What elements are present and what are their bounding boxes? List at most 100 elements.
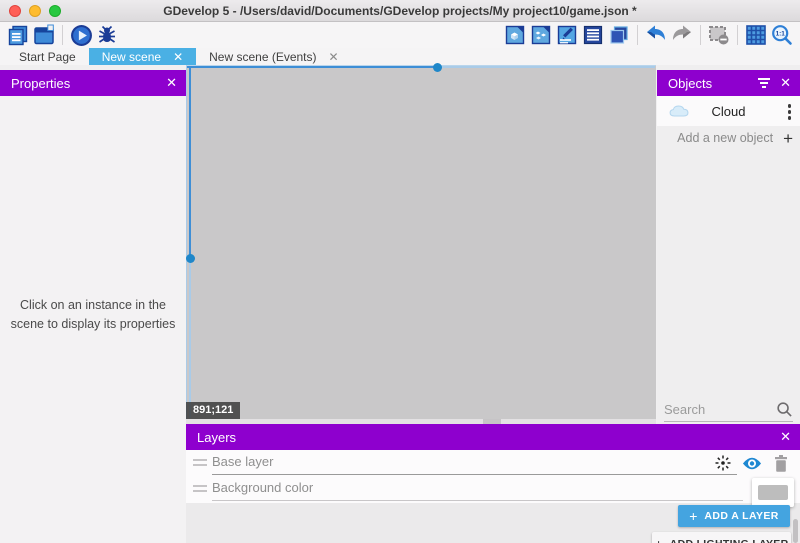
objects-panel: Objects ✕ Cloud Add a new object + <box>657 65 800 424</box>
scene-properties-button[interactable] <box>555 23 579 47</box>
cursor-position-badge: 891;121 <box>186 402 240 419</box>
object-groups-button[interactable] <box>529 23 553 47</box>
color-preview <box>758 485 788 500</box>
trash-icon <box>773 454 789 473</box>
svg-text:1:1: 1:1 <box>776 31 786 38</box>
tab-label: New scene (Events) <box>209 50 316 64</box>
add-lighting-layer-button[interactable]: + ADD LIGHTING LAYER <box>652 532 791 543</box>
toolbar-separator <box>737 25 738 45</box>
selection-left-edge <box>189 66 191 258</box>
filter-icon[interactable] <box>758 78 770 88</box>
debugger-bug-icon <box>96 24 118 46</box>
main-toolbar: 1:1 <box>0 22 800 48</box>
add-lighting-layer-label: ADD LIGHTING LAYER <box>670 538 789 543</box>
grid-icon <box>745 24 767 46</box>
close-icon[interactable]: ✕ <box>780 75 791 91</box>
tab-label: Start Page <box>19 50 76 64</box>
layer-row-base <box>186 450 800 476</box>
layers-vscroll-thumb[interactable] <box>793 519 798 543</box>
plus-icon: + <box>655 537 663 543</box>
debugger-button[interactable] <box>95 23 119 47</box>
instances-list-icon <box>582 24 604 46</box>
tab-new-scene-events[interactable]: New scene (Events) ✕ <box>196 48 351 65</box>
redo-button[interactable] <box>670 23 694 47</box>
deselect-mask-icon <box>707 23 731 47</box>
layers-panel-header: Layers ✕ <box>186 424 800 450</box>
scene-canvas[interactable] <box>186 65 656 419</box>
layer-effects-button[interactable] <box>713 453 733 473</box>
layer-row-background <box>186 476 800 502</box>
window-title: GDevelop 5 - /Users/david/Documents/GDev… <box>163 4 636 18</box>
background-color-swatch[interactable] <box>752 478 794 507</box>
layer-name-field <box>212 450 737 475</box>
layer-delete-button[interactable] <box>771 453 791 473</box>
tab-start-page[interactable]: Start Page <box>6 48 89 65</box>
window-controls <box>9 5 61 17</box>
deselect-button[interactable] <box>707 23 731 47</box>
grid-button[interactable] <box>744 23 768 47</box>
layer-name-field <box>212 476 743 501</box>
preview-button[interactable] <box>69 23 93 47</box>
undo-button[interactable] <box>644 23 668 47</box>
redo-icon <box>670 23 694 47</box>
effects-icon <box>714 454 732 472</box>
eye-visible-icon <box>742 456 762 471</box>
objects-editor-button[interactable] <box>503 23 527 47</box>
project-manager-button[interactable] <box>6 23 30 47</box>
tab-label: New scene <box>102 50 161 64</box>
properties-panel-body: Click on an instance in the scene to dis… <box>0 96 186 543</box>
play-icon <box>70 24 93 47</box>
layer-name-input[interactable] <box>212 450 737 469</box>
properties-empty-message: Click on an instance in the scene to dis… <box>0 296 186 335</box>
selection-handle-left[interactable] <box>186 254 195 263</box>
drag-handle-icon[interactable] <box>193 485 207 492</box>
objects-panel-title: Objects <box>668 76 758 91</box>
close-icon[interactable]: ✕ <box>166 75 177 91</box>
tab-bar: Start Page New scene ✕ New scene (Events… <box>0 48 800 65</box>
objects-editor-icon <box>504 24 526 46</box>
object-groups-icon <box>530 24 552 46</box>
objects-panel-header: Objects ✕ <box>657 70 800 96</box>
selection-top-edge <box>187 66 437 68</box>
properties-panel-header: Properties ✕ <box>0 70 186 96</box>
drag-handle-icon[interactable] <box>193 459 207 466</box>
zoom-original-button[interactable]: 1:1 <box>770 23 794 47</box>
plus-icon: + <box>783 130 793 147</box>
object-menu-kebab-icon[interactable] <box>785 101 795 123</box>
close-icon[interactable]: ✕ <box>780 429 791 445</box>
object-name: Cloud <box>657 104 800 119</box>
objects-search-input[interactable] <box>664 398 769 417</box>
project-manager-icon <box>7 24 29 46</box>
toolbar-separator <box>62 25 63 45</box>
minimize-window-button[interactable] <box>29 5 41 17</box>
title-bar: GDevelop 5 - /Users/david/Documents/GDev… <box>0 0 800 22</box>
toolbar-separator <box>637 25 638 45</box>
start-page-button[interactable] <box>32 23 56 47</box>
undo-icon <box>644 23 668 47</box>
layers-list-button[interactable] <box>607 23 631 47</box>
search-icon <box>776 401 793 418</box>
zoom-window-button[interactable] <box>49 5 61 17</box>
object-list-item-cloud[interactable]: Cloud <box>657 96 800 126</box>
close-window-button[interactable] <box>9 5 21 17</box>
zoom-1-1-icon: 1:1 <box>771 24 793 46</box>
edit-pencil-icon <box>556 24 578 46</box>
objects-search <box>664 398 793 422</box>
add-object-label: Add a new object <box>677 131 773 145</box>
layers-panel: Layers ✕ <box>186 424 800 543</box>
toolbar-separator <box>700 25 701 45</box>
tab-close-icon[interactable]: ✕ <box>173 51 183 63</box>
layer-visibility-button[interactable] <box>742 453 762 473</box>
gdevelop-window: GDevelop 5 - /Users/david/Documents/GDev… <box>0 0 800 543</box>
add-layer-button[interactable]: + ADD A LAYER <box>678 505 790 527</box>
properties-panel-title: Properties <box>11 76 166 91</box>
add-new-object-button[interactable]: Add a new object + <box>657 126 800 150</box>
tab-close-icon[interactable]: ✕ <box>329 51 339 63</box>
background-color-input[interactable] <box>212 476 743 495</box>
tab-new-scene[interactable]: New scene ✕ <box>89 48 196 65</box>
add-layer-label: ADD A LAYER <box>704 510 778 522</box>
instances-list-button[interactable] <box>581 23 605 47</box>
start-page-window-icon <box>33 24 55 46</box>
layers-panel-title: Layers <box>197 430 780 445</box>
selection-handle-top[interactable] <box>433 63 442 72</box>
